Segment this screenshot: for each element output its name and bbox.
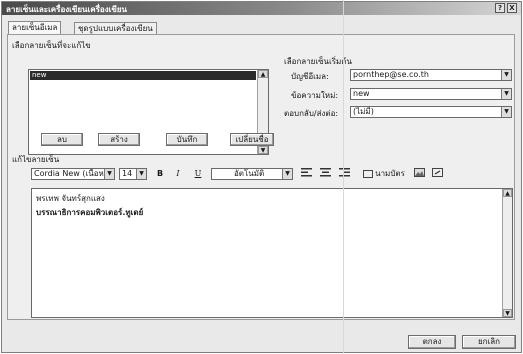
signatures-dialog: ลายเซ็นและเครื่องเขียนเครื่องเขียน ? X ล… [1,1,522,353]
email-account-label: บัญชีอีเมล: [291,72,329,81]
align-left-icon[interactable] [299,168,313,180]
business-card-button[interactable]: นามบัตร [360,168,408,180]
default-signature-label: เลือกลายเซ็นเริ่มต้น [284,57,352,66]
delete-signature-button[interactable]: ลบ [41,133,83,146]
rename-signature-button[interactable]: เปลี่ยนชื่อ [230,133,274,146]
italic-button[interactable]: I [172,168,184,180]
font-size-value: 14 [122,169,133,178]
scroll-down-icon[interactable]: ▼ [503,309,512,317]
underline-button[interactable]: U [192,168,204,180]
help-button[interactable]: ? [495,3,505,13]
signature-list-item[interactable]: new [30,71,256,80]
tab-personal-stationery[interactable]: ชุดรูปแบบเครื่องเขียน [74,22,157,34]
replies-forwards-label: ตอบกลับ/ส่งต่อ: [284,109,339,118]
close-button[interactable]: X [507,3,517,13]
editor-scrollbar[interactable]: ▲ ▼ [502,189,512,317]
font-value: Cordia New (เนื้อหา) [34,169,112,178]
signature-editor[interactable]: พรเทพ จันทร์สุกแสง บรรณาธิการคอมพิวเตอร์… [31,188,513,318]
select-signature-label: เลือกลายเซ็นที่จะแก้ไข [12,41,91,50]
edit-signature-label: แก้ไขลายเซ็น [12,155,60,164]
title-bar[interactable]: ลายเซ็นและเครื่องเขียนเครื่องเขียน ? X [2,2,521,15]
new-messages-label: ข้อความใหม่: [291,91,339,100]
tab-email-signature[interactable]: ลายเซ็นอีเมล [8,21,62,34]
align-center-icon[interactable] [318,168,332,180]
new-signature-button[interactable]: สร้าง [98,133,140,146]
replies-forwards-value: (ไม่มี) [353,107,374,116]
font-color-select[interactable]: อัตโนมัติ ▼ [211,168,293,180]
font-select[interactable]: Cordia New (เนื้อหา) ▼ [31,168,115,180]
save-signature-button[interactable]: บันทึก [166,133,208,146]
scroll-up-icon[interactable]: ▲ [258,70,268,78]
email-account-select[interactable]: pornthep@se.co.th ▼ [350,69,512,81]
scroll-down-icon[interactable]: ▼ [258,146,268,154]
ok-button[interactable]: ตกลง [408,335,456,349]
business-card-icon [363,169,374,178]
chevron-down-icon[interactable]: ▼ [501,89,511,99]
signature-line-1: พรเทพ จันทร์สุกแสง [36,194,105,203]
scroll-up-icon[interactable]: ▲ [503,189,512,197]
business-card-label: นามบัตร [375,169,405,178]
email-account-value: pornthep@se.co.th [353,70,429,79]
font-size-select[interactable]: 14 ▼ [119,168,147,180]
new-messages-select[interactable]: new ▼ [350,88,512,100]
dialog-title: ลายเซ็นและเครื่องเขียนเครื่องเขียน [6,5,127,14]
chevron-down-icon[interactable]: ▼ [136,169,146,179]
bold-button[interactable]: B [154,168,166,180]
insert-hyperlink-icon[interactable] [430,168,444,180]
cancel-button[interactable]: ยกเลิก [462,335,516,349]
font-color-value: อัตโนมัติ [234,169,265,178]
chevron-down-icon[interactable]: ▼ [282,169,292,179]
insert-picture-icon[interactable] [412,168,426,180]
chevron-down-icon[interactable]: ▼ [501,107,511,117]
chevron-down-icon[interactable]: ▼ [104,169,114,179]
new-messages-value: new [353,89,370,98]
scan-divider-line [343,0,344,354]
align-right-icon[interactable] [337,168,351,180]
signature-line-2: บรรณาธิการคอมพิวเตอร์.ทูเดย์ [36,208,144,217]
chevron-down-icon[interactable]: ▼ [501,70,511,80]
replies-forwards-select[interactable]: (ไม่มี) ▼ [350,106,512,118]
